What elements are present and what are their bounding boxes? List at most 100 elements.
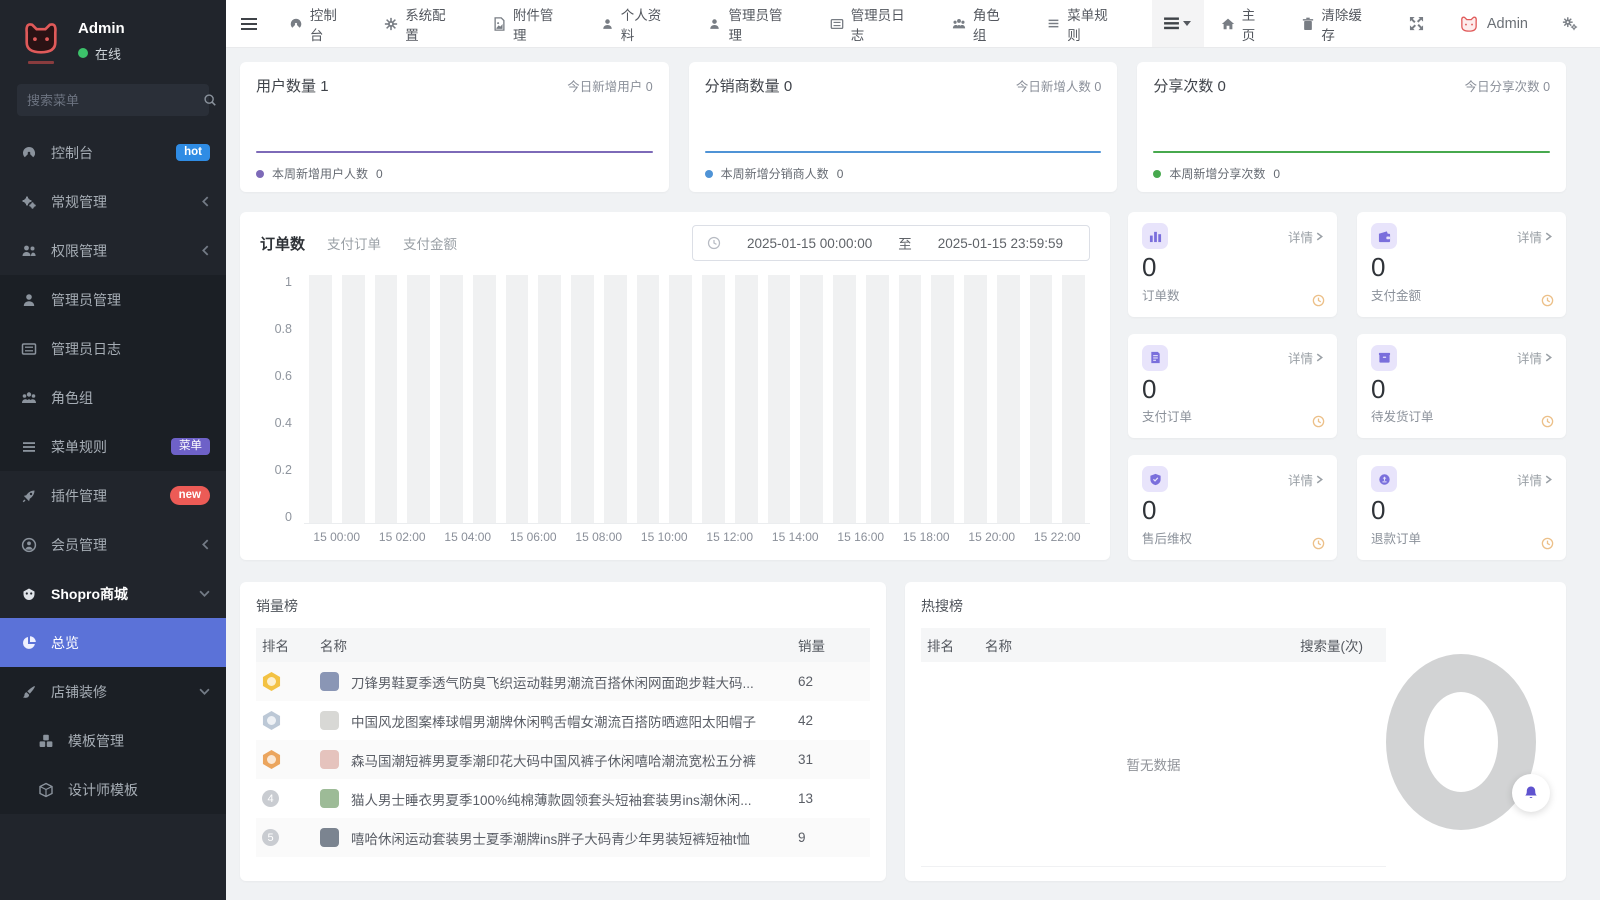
sidebar-item-admin-manage[interactable]: 管理员管理 — [0, 275, 226, 324]
stat-cards-row: 用户数量 1 今日新增用户 0 本周新增用户人数 0 分销商数量 0 今日新增人数… — [240, 62, 1567, 192]
shopro-mall-icon — [23, 588, 35, 600]
sidebar-item-auth[interactable]: 权限管理 — [0, 226, 226, 275]
table-row[interactable]: 中国风龙图案棒球帽男潮牌休闲鸭舌帽女潮流百搭防晒遮阳太阳帽子 42 — [256, 701, 870, 740]
sidebar-item-dashboard[interactable]: 控制台 hot — [0, 128, 226, 177]
order-bars — [304, 275, 1090, 524]
search-icon[interactable] — [203, 93, 217, 107]
clear-cache-button[interactable]: 清除缓存 — [1285, 0, 1391, 47]
table-row[interactable]: 5 嘻哈休闲运动套装男士夏季潮牌ins胖子大码青少年男装短裤短袖t恤 9 — [256, 818, 870, 857]
clock-icon — [1541, 537, 1554, 550]
legend-dot-icon — [704, 169, 713, 178]
x-tick-label: 15 16:00 — [837, 530, 885, 544]
search-input[interactable] — [27, 92, 203, 108]
user-menu[interactable]: Admin — [1441, 0, 1545, 47]
topbar-tab-menu-rules[interactable]: 菜单规则 — [1030, 0, 1138, 47]
home-button[interactable]: 主页 — [1204, 0, 1286, 47]
hamburger-icon — [240, 17, 257, 30]
sidebar-item-designer-template[interactable]: 设计师模板 — [0, 765, 226, 814]
settings-button[interactable] — [1545, 0, 1600, 47]
sidebar-item-shopro[interactable]: Shopro商城 — [0, 569, 226, 618]
tab-paid-amount[interactable]: 支付金额 — [403, 233, 457, 253]
sidebar-item-menu-rules[interactable]: 菜单规则 菜单 — [0, 422, 226, 471]
topbar-tab-profile[interactable]: 个人资料 — [584, 0, 692, 47]
sidebar-submenu-shopro: 总览 店铺装修 模板管理 设计师模板 — [0, 618, 226, 814]
users-icon — [22, 245, 36, 256]
table-row[interactable]: 森马国潮短裤男夏季潮印花大码中国风裤子休闲嘻哈潮流宽松五分裤 31 — [256, 740, 870, 779]
order-x-axis: 15 00:00 15 02:00 15 04:00 15 06:00 15 08:00… — [304, 524, 1090, 550]
chart-bar — [603, 275, 627, 523]
chart-bar — [964, 275, 987, 523]
detail-link[interactable]: 详情 — [1288, 470, 1323, 489]
gear-icon — [385, 17, 398, 30]
chevron-right-icon — [1545, 353, 1552, 362]
tile-value: 0 — [1371, 373, 1386, 404]
topbar-tab-dashboard[interactable]: 控制台 — [272, 0, 367, 47]
shield-icon — [1142, 466, 1168, 493]
notification-fab[interactable] — [1512, 774, 1550, 812]
mini-line-chart — [704, 151, 1102, 153]
topbar-tab-roles[interactable]: 角色组 — [935, 0, 1030, 47]
date-start-input[interactable]: 2025-01-15 00:00:00 — [735, 236, 884, 251]
detail-link[interactable]: 详情 — [1288, 348, 1323, 367]
product-thumbnail — [320, 828, 339, 847]
hot-search-donut-chart — [1386, 654, 1536, 830]
detail-link[interactable]: 详情 — [1517, 470, 1552, 489]
sidebar-toggle-button[interactable] — [226, 0, 272, 47]
sidebar-item-plugins[interactable]: 插件管理 new — [0, 471, 226, 520]
topbar-tab-admin-log[interactable]: 管理员日志 — [813, 0, 935, 47]
rank-badge: 4 — [262, 790, 279, 808]
tab-order-count[interactable]: 订单数 — [260, 233, 305, 254]
topbar-tab-system-config[interactable]: 系统配置 — [367, 0, 476, 47]
tab-paid-orders[interactable]: 支付订单 — [327, 233, 381, 253]
hot-search-title: 热搜榜 — [921, 598, 963, 614]
sidebar-item-general[interactable]: 常规管理 — [0, 177, 226, 226]
caret-down-icon — [1183, 21, 1192, 26]
topbar-username: Admin — [1486, 15, 1528, 32]
table-row[interactable]: 刀锋男鞋夏季透气防臭飞织运动鞋男潮流百搭休闲网面跑步鞋大码... 62 — [256, 662, 870, 701]
sidebar-item-overview[interactable]: 总览 — [0, 618, 226, 667]
date-range-picker[interactable]: 2025-01-15 00:00:00 至 2025-01-15 23:59:5… — [692, 225, 1090, 261]
x-tick-label: 15 10:00 — [640, 530, 688, 544]
main-content: 用户数量 1 今日新增用户 0 本周新增用户人数 0 分销商数量 0 今日新增人数… — [226, 48, 1600, 900]
chevron-right-icon — [1316, 475, 1323, 484]
sidebar-item-template-manage[interactable]: 模板管理 — [0, 716, 226, 765]
hot-badge: hot — [176, 143, 210, 162]
sidebar-item-admin-log[interactable]: 管理员日志 — [0, 324, 226, 373]
col-name: 名称 — [314, 628, 792, 662]
brush-icon — [23, 685, 35, 698]
chart-bar — [702, 275, 725, 523]
chart-bar — [931, 275, 954, 523]
topbar-tab-attachments[interactable]: 附件管理 — [476, 0, 584, 47]
fullscreen-button[interactable] — [1392, 0, 1441, 47]
date-end-input[interactable]: 2025-01-15 23:59:59 — [926, 236, 1075, 251]
sidebar-item-shop-decor[interactable]: 店铺装修 — [0, 667, 226, 716]
chart-bar — [800, 275, 823, 523]
detail-link[interactable]: 详情 — [1288, 227, 1323, 246]
sidebar-user-panel: Admin 在线 — [0, 0, 226, 70]
tabs-dropdown-button[interactable] — [1151, 0, 1204, 47]
mini-line-chart — [256, 151, 653, 153]
bar-chart-icon — [1142, 223, 1168, 249]
chevron-left-icon — [202, 196, 209, 207]
sidebar-item-roles[interactable]: 角色组 — [0, 373, 226, 422]
y-tick-label: 0.8 — [274, 322, 292, 336]
chart-legend: 本周新增分销商人数 0 — [704, 165, 1102, 182]
sales-value: 31 — [798, 752, 814, 767]
sidebar-item-members[interactable]: 会员管理 — [0, 520, 226, 569]
sidebar-menu: 控制台 hot 常规管理 权限管理 管理员管理 管理员日志 角色组 菜单规则 菜… — [0, 128, 226, 814]
detail-link[interactable]: 详情 — [1517, 227, 1552, 246]
chevron-down-icon — [199, 590, 210, 597]
chart-bar — [538, 275, 561, 523]
list-icon — [1164, 17, 1180, 30]
order-tabs: 订单数 支付订单 支付金额 — [260, 233, 457, 254]
stat-card-shares: 分享次数 0 今日分享次数 0 本周新增分享次数 0 — [1137, 62, 1567, 192]
detail-link[interactable]: 详情 — [1517, 348, 1552, 367]
avatar[interactable] — [18, 18, 64, 64]
topbar-tab-admin-manage[interactable]: 管理员管理 — [691, 0, 812, 47]
stat-card-today: 今日新增用户 0 — [567, 80, 653, 94]
product-name: 刀锋男鞋夏季透气防臭飞织运动鞋男潮流百搭休闲网面跑步鞋大码... — [351, 675, 754, 691]
sidebar-search[interactable] — [17, 84, 216, 116]
invoice-icon — [1142, 344, 1168, 371]
stat-card-title: 分享次数 0 — [1153, 78, 1226, 95]
table-row[interactable]: 4 猫人男士睡衣男夏季100%纯棉薄款圆领套头短袖套装男ins潮休闲... 13 — [256, 779, 870, 818]
